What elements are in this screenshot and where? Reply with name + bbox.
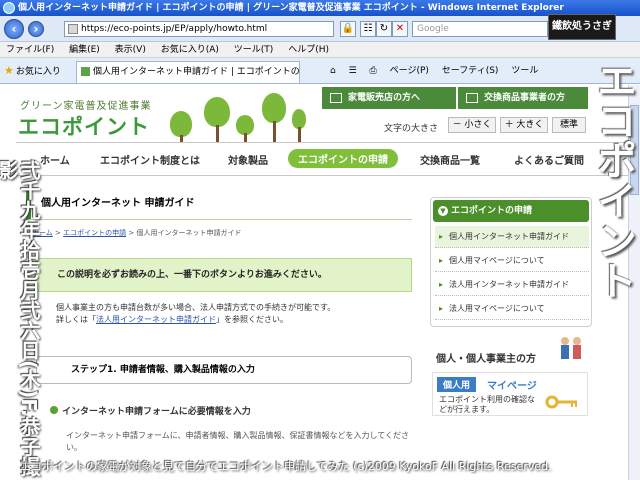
nav-about[interactable]: エコポイント制度とは (100, 152, 200, 167)
window-title-bar: 個人用インターネット申請ガイド | エコポイントの申請 | グリーン家電普及促進… (0, 0, 640, 16)
menu-edit[interactable]: 編集(E) (63, 42, 106, 58)
mypage-badge: 個人用 (437, 377, 477, 392)
sidebar-item-corporate-guide[interactable]: ▸ 法人用インターネット申請ガイド (435, 274, 589, 296)
web-page: グリーン家電普及促進事業 エコポイント 家電販売店の方へ 交換商品事業者の方 文… (0, 85, 628, 480)
sidebar-heading-label: エコポイントの申請 (451, 206, 533, 216)
search-placeholder: Google (417, 24, 449, 34)
font-large-button[interactable]: ＋ 大きく (500, 117, 548, 133)
lock-icon[interactable]: 🔒 (340, 21, 356, 37)
tools-menu[interactable]: ツール (511, 63, 538, 79)
exchange-label: 交換商品事業者の方 (484, 93, 566, 103)
sidebar-heading: ▼ エコポイントの申請 (433, 200, 589, 222)
crumb-apply[interactable]: エコポイントの申請 (63, 229, 126, 237)
bullet-icon (50, 406, 58, 414)
intro-line-1: 個人事業主の方も申請台数が多い場合、法人申請方式での手続きが可能です。 (56, 303, 336, 312)
favorites-button[interactable]: ★ お気に入り (4, 63, 61, 80)
favorites-label: お気に入り (15, 67, 61, 77)
search-input[interactable]: Google (412, 21, 548, 37)
store-icon (330, 93, 342, 103)
nav-home[interactable]: ホーム (40, 152, 70, 167)
nav-apply[interactable]: エコポイントの申請 (288, 149, 398, 168)
tab-title: 個人用インターネット申請ガイド | エコポイントの申請 | ... (93, 67, 300, 77)
global-nav: ホーム エコポイント制度とは 対象製品 エコポイントの申請 交換商品一覧 よくあ… (16, 142, 628, 176)
mypage-description: エコポイント利用の確認などが行えます。 (439, 395, 535, 414)
sidebar-item-personal-mypage[interactable]: ▸ 個人用マイページについて (435, 250, 589, 272)
overlay-vertical-title: エコポイント (590, 60, 636, 300)
mypage-label: マイページ (487, 381, 537, 392)
breadcrumb: ホーム > エコポイントの申請 > 個人用インターネット申請ガイド (32, 229, 242, 237)
notice-box: この説明を必ずお読みの上、一番下のボタンよりお進みください。 (28, 258, 412, 292)
mypage-banner[interactable]: 個人用 マイページ エコポイント利用の確認などが行えます。 (432, 372, 588, 416)
compat-icon[interactable]: ☷ (360, 21, 376, 37)
intro-line-2: 詳しくは「法人用インターネット申請ガイド」を参照ください。 (56, 315, 288, 324)
menu-view[interactable]: 表示(V) (109, 42, 152, 58)
address-bar: ‹ › https://eco-points.jp/EP/apply/howto… (0, 16, 640, 42)
exchange-button[interactable]: 交換商品事業者の方 (458, 87, 588, 109)
menu-help[interactable]: ヘルプ(H) (282, 42, 335, 58)
font-size-label: 文字の大きさ (384, 124, 439, 134)
back-button[interactable]: ‹ (4, 19, 24, 39)
people-icon (561, 337, 581, 359)
main-column: 個人用インターネット 申請ガイド ホーム > エコポイントの申請 > 個人用イン… (26, 190, 416, 480)
sidebar-item-personal-guide[interactable]: ▸ 個人用インターネット申請ガイド (435, 226, 589, 248)
sidebar-menu: ▼ エコポイントの申請 ▸ 個人用インターネット申請ガイド ▸ 個人用マイページについ… (430, 197, 592, 327)
site-logo[interactable]: エコポイント (18, 111, 150, 141)
font-small-button[interactable]: － 小さく (448, 117, 496, 133)
url-text: https://eco-points.jp/EP/apply/howto.htm… (81, 24, 268, 34)
step1-heading: ステップ1. 申請者情報、購入製品情報の入力 (36, 356, 412, 384)
key-icon (545, 395, 577, 409)
feeds-icon[interactable]: ☰ (349, 63, 357, 79)
retail-button[interactable]: 家電販売店の方へ (322, 87, 456, 109)
stamp-logo: 鐵飲処うさぎ (548, 14, 616, 40)
menu-favorites[interactable]: お気に入り(A) (155, 42, 225, 58)
home-icon[interactable]: ⌂ (330, 63, 336, 79)
url-field[interactable]: https://eco-points.jp/EP/apply/howto.htm… (64, 21, 334, 37)
ie-icon (3, 2, 15, 14)
page-icon (68, 24, 78, 34)
nav-exchange[interactable]: 交換商品一覧 (420, 152, 480, 167)
page-menu[interactable]: ページ(P) (390, 63, 429, 79)
individual-section-title: 個人・個人事業主の方 (436, 354, 536, 365)
truck-icon (466, 93, 478, 103)
step2-heading: インターネット申請フォームに必要情報を入力 (50, 404, 251, 417)
forward-button[interactable]: › (28, 21, 44, 37)
chevron-icon: ▼ (438, 206, 448, 216)
command-bar: ⌂ ☰ ⎙ ページ(P) セーフティ(S) ツール (330, 63, 548, 79)
intro-paragraph: 個人事業主の方も申請台数が多い場合、法人申請方式での手続きが可能です。 詳しくは… (56, 302, 406, 326)
menu-bar: ファイル(F) 編集(E) 表示(V) お気に入り(A) ツール(T) ヘルプ(… (0, 42, 640, 58)
step2-label: インターネット申請フォームに必要情報を入力 (62, 407, 251, 417)
safety-menu[interactable]: セーフティ(S) (442, 63, 499, 79)
corporate-guide-link[interactable]: 法人用インターネット申請ガイド (96, 315, 216, 324)
refresh-icon[interactable]: ↻ (376, 21, 392, 37)
nav-products[interactable]: 対象製品 (228, 152, 268, 167)
menu-tools[interactable]: ツール(T) (228, 42, 280, 58)
print-icon[interactable]: ⎙ (370, 63, 377, 79)
crumb-current: 個人用インターネット申請ガイド (136, 229, 242, 237)
sidebar-item-corporate-mypage[interactable]: ▸ 法人用マイページについて (435, 298, 589, 320)
window-title: 個人用インターネット申請ガイド | エコポイントの申請 | グリーン家電普及促進… (18, 3, 564, 13)
active-tab[interactable]: 個人用インターネット申請ガイド | エコポイントの申請 | ... (76, 61, 300, 83)
overlay-caption: エコポイントの家電が対象と見て自分でエコポイント申請してみた (c)2009 K… (20, 460, 552, 473)
menu-file[interactable]: ファイル(F) (0, 42, 60, 58)
tab-favicon (81, 67, 90, 76)
step2-paragraph: インターネット申請フォームに、申請者情報、購入製品情報、保証書情報などを入力して… (66, 431, 410, 452)
site-subtitle: グリーン家電普及促進事業 (20, 101, 152, 112)
page-title: 個人用インターネット 申請ガイド (26, 190, 412, 220)
retail-label: 家電販売店の方へ (348, 93, 421, 103)
overlay-date-credit: 弐千九年拾壱月弐六日(木)F.恭子撮影 (0, 160, 41, 477)
stop-icon[interactable]: ✕ (392, 21, 408, 37)
star-icon: ★ (4, 64, 14, 77)
tab-bar: ★お気に入り 個人用インターネット申請ガイド | エコポイントの申請 | ...… (0, 58, 640, 84)
